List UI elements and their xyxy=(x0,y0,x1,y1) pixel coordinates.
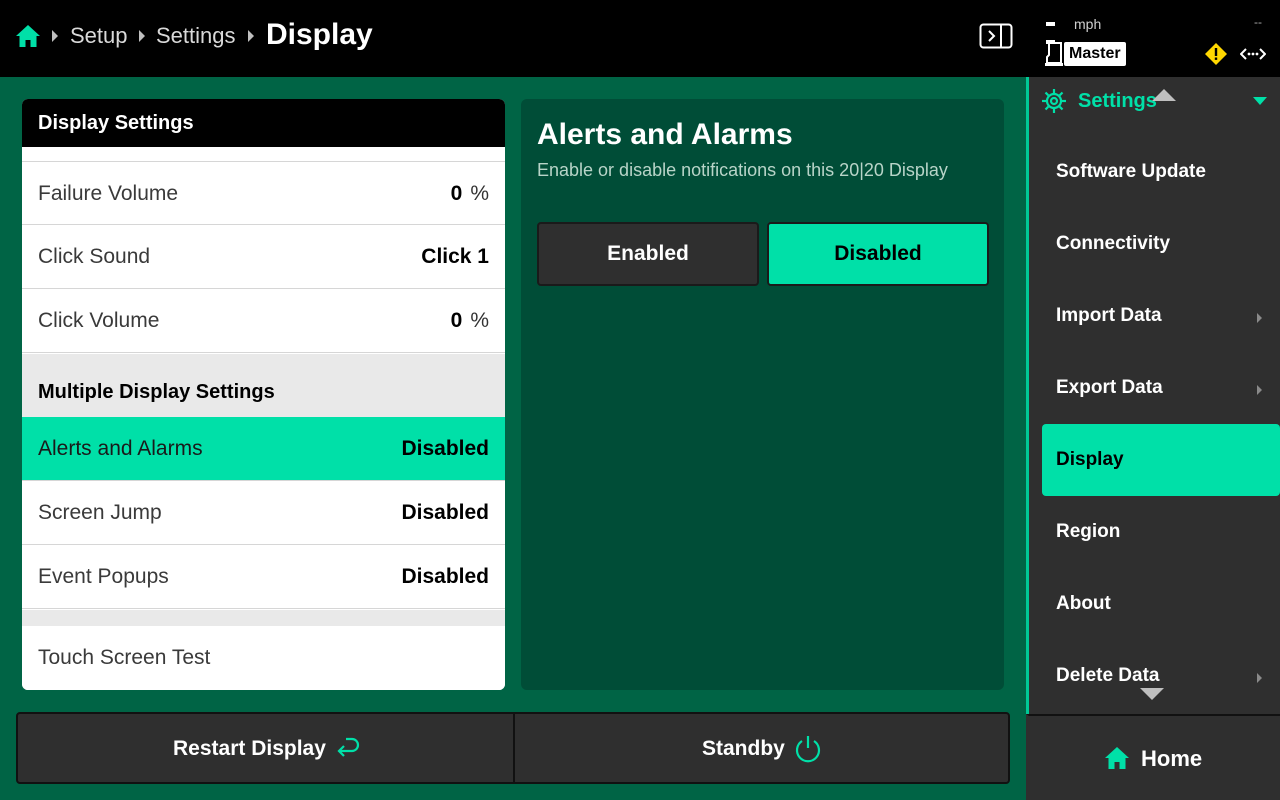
sidebar-item-label: Import Data xyxy=(1056,305,1162,326)
disabled-option-button[interactable]: Disabled xyxy=(767,222,989,286)
connection-icon[interactable] xyxy=(1240,44,1266,64)
setting-label: Click Volume xyxy=(38,309,160,332)
sidebar-item-software-update[interactable]: Software Update xyxy=(1042,136,1280,208)
display-icon xyxy=(1045,42,1063,66)
breadcrumb-separator xyxy=(248,30,254,42)
top-bar: Setup Settings Display mph -- Master xyxy=(0,0,1280,77)
sidebar-item-region[interactable]: Region xyxy=(1042,496,1280,568)
panel-toggle-icon[interactable] xyxy=(979,23,1013,49)
warning-icon[interactable] xyxy=(1204,42,1228,66)
speed-secondary: -- xyxy=(1254,15,1262,29)
restart-display-button[interactable]: Restart Display xyxy=(18,714,513,782)
gear-icon xyxy=(1042,89,1066,113)
sidebar-header-label: Settings xyxy=(1078,90,1157,112)
section-spacer xyxy=(22,610,505,626)
standby-label: Standby xyxy=(702,737,785,760)
sidebar-item-label: Delete Data xyxy=(1056,665,1160,686)
sidebar-item-label: Display xyxy=(1056,449,1124,470)
setting-value: Click 1 xyxy=(421,245,489,268)
scroll-up-icon[interactable] xyxy=(1152,89,1176,101)
chevron-right-icon xyxy=(1257,385,1262,395)
setting-label: Screen Jump xyxy=(38,501,162,524)
breadcrumb-separator xyxy=(52,30,58,42)
sidebar-item-export-data[interactable]: Export Data xyxy=(1042,352,1280,424)
setting-label: Click Sound xyxy=(38,245,151,268)
setting-row-touch-screen-test[interactable]: Touch Screen Test xyxy=(22,626,505,690)
restart-icon xyxy=(337,737,360,757)
home-button[interactable]: Home xyxy=(1026,714,1280,800)
breadcrumb-separator xyxy=(139,30,145,42)
setting-row-alerts-alarms[interactable]: Alerts and Alarms Disabled xyxy=(22,417,505,481)
sidebar-item-label: Region xyxy=(1056,521,1121,542)
setting-row-click-volume[interactable]: Click Volume 0% xyxy=(22,289,505,353)
setting-row-screen-jump[interactable]: Screen Jump Disabled xyxy=(22,481,505,545)
sidebar-item-label: Connectivity xyxy=(1056,233,1171,254)
setting-value: 0% xyxy=(450,182,489,205)
setting-label: Failure Volume xyxy=(38,182,179,205)
power-icon xyxy=(795,736,821,763)
breadcrumb-setup[interactable]: Setup xyxy=(70,22,128,50)
detail-description: Enable or disable notifications on this … xyxy=(537,160,948,180)
multiple-display-section: Multiple Display Settings xyxy=(22,354,505,417)
restart-display-label: Restart Display xyxy=(173,737,326,760)
setting-value: Disabled xyxy=(401,437,489,460)
sidebar-item-about[interactable]: About xyxy=(1042,568,1280,640)
standby-button[interactable]: Standby xyxy=(515,714,1010,782)
detail-title: Alerts and Alarms xyxy=(537,118,793,151)
sidebar-header[interactable]: Settings xyxy=(1041,85,1271,117)
bottom-action-bar: Restart Display Standby xyxy=(16,712,1010,784)
speed-unit: mph xyxy=(1074,16,1102,32)
sidebar-item-label: Software Update xyxy=(1056,161,1206,182)
breadcrumb-settings[interactable]: Settings xyxy=(156,22,236,50)
chevron-right-icon xyxy=(1257,673,1262,683)
setting-label: Touch Screen Test xyxy=(38,646,211,669)
speed-value xyxy=(1046,22,1068,44)
role-badge: Master xyxy=(1064,42,1126,66)
home-button-label: Home xyxy=(1141,746,1203,771)
settings-sidebar[interactable]: Settings Software Update Connectivity Im… xyxy=(1026,77,1280,714)
home-icon[interactable] xyxy=(15,23,41,49)
sidebar-item-delete-data[interactable]: Delete Data xyxy=(1042,640,1280,712)
setting-label: Event Popups xyxy=(38,565,169,588)
home-icon xyxy=(1105,747,1129,769)
section-title: Multiple Display Settings xyxy=(38,381,275,403)
setting-row-failure-volume[interactable]: Failure Volume 0% xyxy=(22,161,505,225)
display-settings-card: Display Settings Failure Volume 0% Click… xyxy=(22,99,505,690)
page-title: Display xyxy=(266,18,373,51)
display-settings-header: Display Settings xyxy=(22,99,505,147)
detail-panel: Alerts and Alarms Enable or disable noti… xyxy=(521,99,1004,690)
sidebar-item-label: About xyxy=(1056,593,1111,614)
chevron-right-icon xyxy=(1257,313,1262,323)
setting-row-event-popups[interactable]: Event Popups Disabled xyxy=(22,545,505,609)
setting-value: 0% xyxy=(450,309,489,332)
scroll-down-icon[interactable] xyxy=(1140,688,1164,700)
setting-row-click-sound[interactable]: Click Sound Click 1 xyxy=(22,225,505,289)
setting-value: Disabled xyxy=(401,501,489,524)
sidebar-item-connectivity[interactable]: Connectivity xyxy=(1042,208,1280,280)
setting-value: Disabled xyxy=(401,565,489,588)
sidebar-item-import-data[interactable]: Import Data xyxy=(1042,280,1280,352)
enabled-option-button[interactable]: Enabled xyxy=(537,222,759,286)
sidebar-item-display[interactable]: Display xyxy=(1042,424,1280,496)
setting-label: Alerts and Alarms xyxy=(38,437,203,460)
sidebar-item-label: Export Data xyxy=(1056,377,1163,398)
chevron-down-icon[interactable] xyxy=(1253,97,1267,105)
